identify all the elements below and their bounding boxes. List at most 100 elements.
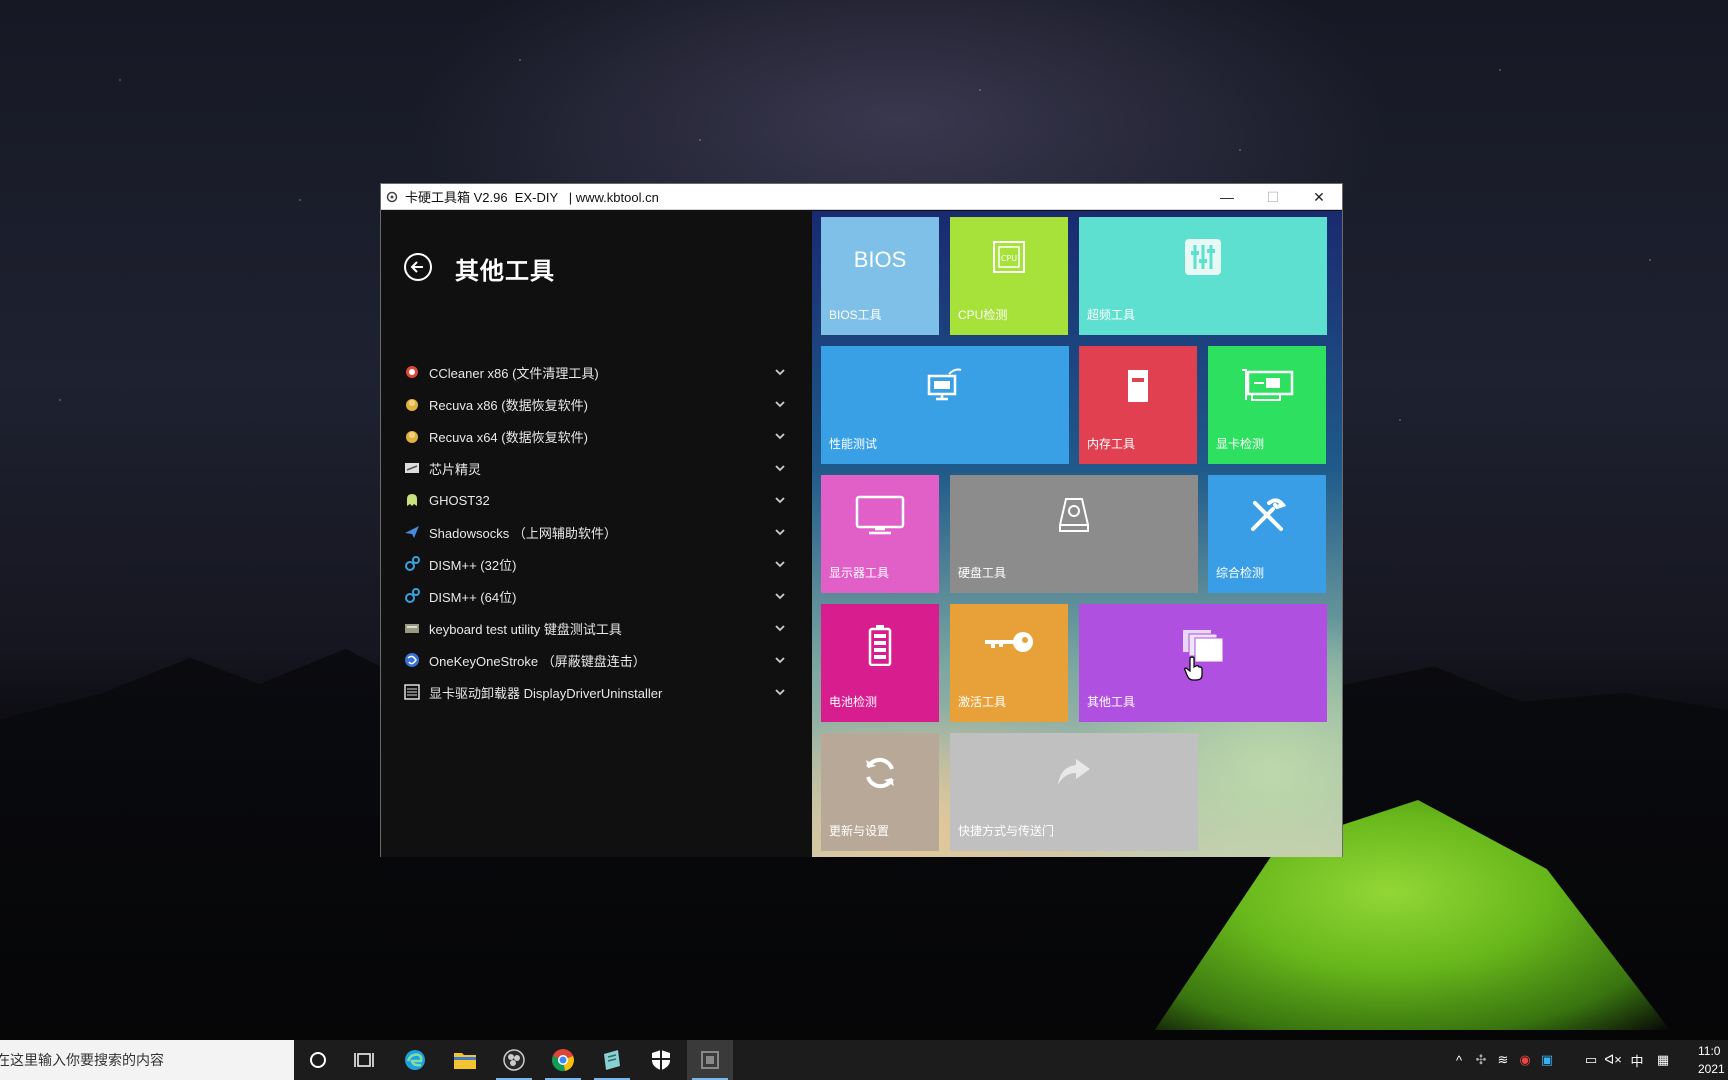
taskbar-app-obs[interactable] <box>491 1040 537 1080</box>
tile-battery[interactable]: 电池检测 <box>821 604 939 722</box>
tool-label: CCleaner x86 (文件清理工具) <box>429 365 599 381</box>
system-tray: ^ ✣ ≋ ◉ ▣ ▭ ᐊ× 中 ▦ <box>1448 1040 1676 1080</box>
tile-update[interactable]: 更新与设置 <box>821 733 939 851</box>
tile-disk[interactable]: 硬盘工具 <box>950 475 1198 593</box>
task-view-icon <box>354 1053 374 1067</box>
tile-label: 其他工具 <box>1087 695 1136 709</box>
circle-icon <box>310 1052 326 1068</box>
window-title: 卡硬工具箱 V2.96 EX-DIY | www.kbtool.cn <box>405 190 659 205</box>
page-title: 其他工具 <box>455 258 555 285</box>
tool-item-dism-64[interactable]: DISM++ (64位) <box>381 580 812 612</box>
tile-monitor[interactable]: 显示器工具 <box>821 475 939 593</box>
clock-time: 11:0 <box>1698 1044 1721 1058</box>
tool-item-recuva-x64[interactable]: Recuva x64 (数据恢复软件) <box>381 420 812 452</box>
refresh-icon <box>862 755 898 791</box>
search-placeholder: 在这里输入你要搜索的内容 <box>0 1052 164 1068</box>
tile-label: CPU检测 <box>958 308 1008 322</box>
tool-list: CCleaner x86 (文件清理工具) Recuva x86 (数据恢复软件… <box>381 356 812 708</box>
tool-item-ghost32[interactable]: GHOST32 <box>381 484 812 516</box>
taskbar-file-explorer[interactable] <box>442 1040 488 1080</box>
shield-icon <box>652 1050 670 1070</box>
tile-memory[interactable]: 内存工具 <box>1079 346 1197 464</box>
tray-record-icon[interactable]: ◉ <box>1514 1052 1536 1068</box>
notes-icon <box>604 1050 620 1070</box>
tool-item-dism-32[interactable]: DISM++ (32位) <box>381 548 812 580</box>
gears-icon <box>403 587 421 605</box>
tray-chevron-up-icon[interactable]: ^ <box>1448 1053 1470 1068</box>
tray-app-blue-icon[interactable]: ▣ <box>1536 1052 1558 1068</box>
maximize-button[interactable]: ☐ <box>1250 184 1296 210</box>
chevron-down-icon <box>775 657 785 664</box>
battery-tray-icon[interactable]: ▭ <box>1580 1052 1602 1068</box>
bios-icon: BIOS <box>853 247 907 272</box>
monitor-icon <box>855 495 905 535</box>
tray-app-icon[interactable]: ✣ <box>1470 1052 1492 1068</box>
minimize-button[interactable]: — <box>1204 184 1250 210</box>
tile-label: 性能测试 <box>829 437 878 451</box>
chrome-icon <box>552 1049 574 1072</box>
app-gear-icon <box>383 188 401 206</box>
taskbar-security[interactable] <box>638 1040 684 1080</box>
cpu-icon: CPU <box>991 239 1027 275</box>
ime-indicator[interactable]: 中 <box>1624 1051 1650 1070</box>
obs-icon <box>503 1049 525 1071</box>
wifi-icon[interactable]: ≋ <box>1492 1052 1514 1068</box>
chevron-down-icon <box>775 529 785 536</box>
taskbar-clock[interactable]: 11:0 2021 <box>1698 1042 1728 1080</box>
back-button[interactable] <box>403 252 433 282</box>
tile-overall[interactable]: 综合检测 <box>1208 475 1326 593</box>
chevron-down-icon <box>775 561 785 568</box>
kbtool-icon <box>701 1051 719 1069</box>
title-bar[interactable]: 卡硬工具箱 V2.96 EX-DIY | www.kbtool.cn — ☐ ✕ <box>381 184 1342 210</box>
tile-perf[interactable]: 性能测试 <box>821 346 1069 464</box>
graphics-card-icon <box>1240 366 1294 404</box>
chevron-down-icon <box>775 625 785 632</box>
calendar-icon[interactable]: ▦ <box>1650 1052 1676 1068</box>
tool-item-ccleaner-x86[interactable]: CCleaner x86 (文件清理工具) <box>381 356 812 388</box>
ddu-icon <box>403 683 421 701</box>
tool-item-keyboard-test[interactable]: keyboard test utility 键盘测试工具 <box>381 612 812 644</box>
taskbar-search-box[interactable]: 在这里输入你要搜索的内容 <box>0 1040 294 1080</box>
tool-item-recuva-x86[interactable]: Recuva x86 (数据恢复软件) <box>381 388 812 420</box>
tile-overclock[interactable]: 超频工具 <box>1079 217 1327 335</box>
tool-item-ddu[interactable]: 显卡驱动卸载器 DisplayDriverUninstaller <box>381 676 812 708</box>
tool-label: DISM++ (32位) <box>429 557 517 573</box>
tool-label: Recuva x86 (数据恢复软件) <box>429 397 588 413</box>
tile-label: 更新与设置 <box>829 824 890 838</box>
tool-item-chip-genius[interactable]: 芯片精灵 <box>381 452 812 484</box>
tile-label: 快捷方式与传送门 <box>958 824 1055 838</box>
battery-icon <box>868 624 892 666</box>
tool-item-shadowsocks[interactable]: Shadowsocks （上网辅助软件） <box>381 516 812 548</box>
tile-label: BIOS工具 <box>829 308 882 322</box>
tile-label: 激活工具 <box>958 695 1007 709</box>
volume-muted-icon[interactable]: ᐊ× <box>1602 1052 1624 1068</box>
recuva-icon <box>403 427 421 445</box>
tile-label: 综合检测 <box>1216 566 1265 580</box>
tile-label: 超频工具 <box>1087 308 1136 322</box>
tile-other[interactable]: 其他工具 <box>1079 604 1327 722</box>
tile-cpu[interactable]: CPU CPU检测 <box>950 217 1068 335</box>
close-button[interactable]: ✕ <box>1296 184 1342 210</box>
taskbar-chrome[interactable] <box>540 1040 586 1080</box>
hand-cursor-icon <box>1184 656 1203 681</box>
task-view-button[interactable] <box>341 1040 387 1080</box>
recuva-icon <box>403 395 421 413</box>
cortana-button[interactable] <box>295 1040 341 1080</box>
tile-shortcut[interactable]: 快捷方式与传送门 <box>950 733 1198 851</box>
taskbar-app-notes[interactable] <box>589 1040 635 1080</box>
tool-label: 芯片精灵 <box>429 461 482 477</box>
share-arrow-icon <box>1056 755 1092 789</box>
taskbar-kbtool[interactable] <box>687 1040 733 1080</box>
cpu-icon-text: CPU <box>1001 254 1017 263</box>
tool-label: keyboard test utility 键盘测试工具 <box>429 621 622 637</box>
taskbar-edge[interactable] <box>392 1040 438 1080</box>
clock-date: 2021 <box>1698 1062 1725 1076</box>
tool-item-onekeyonestroke[interactable]: OneKeyOneStroke （屏蔽键盘连击） <box>381 644 812 676</box>
tile-gpu[interactable]: 显卡检测 <box>1208 346 1326 464</box>
tile-label: 内存工具 <box>1087 437 1136 451</box>
chevron-down-icon <box>775 465 785 472</box>
tile-activate[interactable]: 激活工具 <box>950 604 1068 722</box>
computer-icon <box>925 364 965 404</box>
tile-bios[interactable]: BIOS BIOS工具 <box>821 217 939 335</box>
edge-icon <box>405 1050 425 1070</box>
